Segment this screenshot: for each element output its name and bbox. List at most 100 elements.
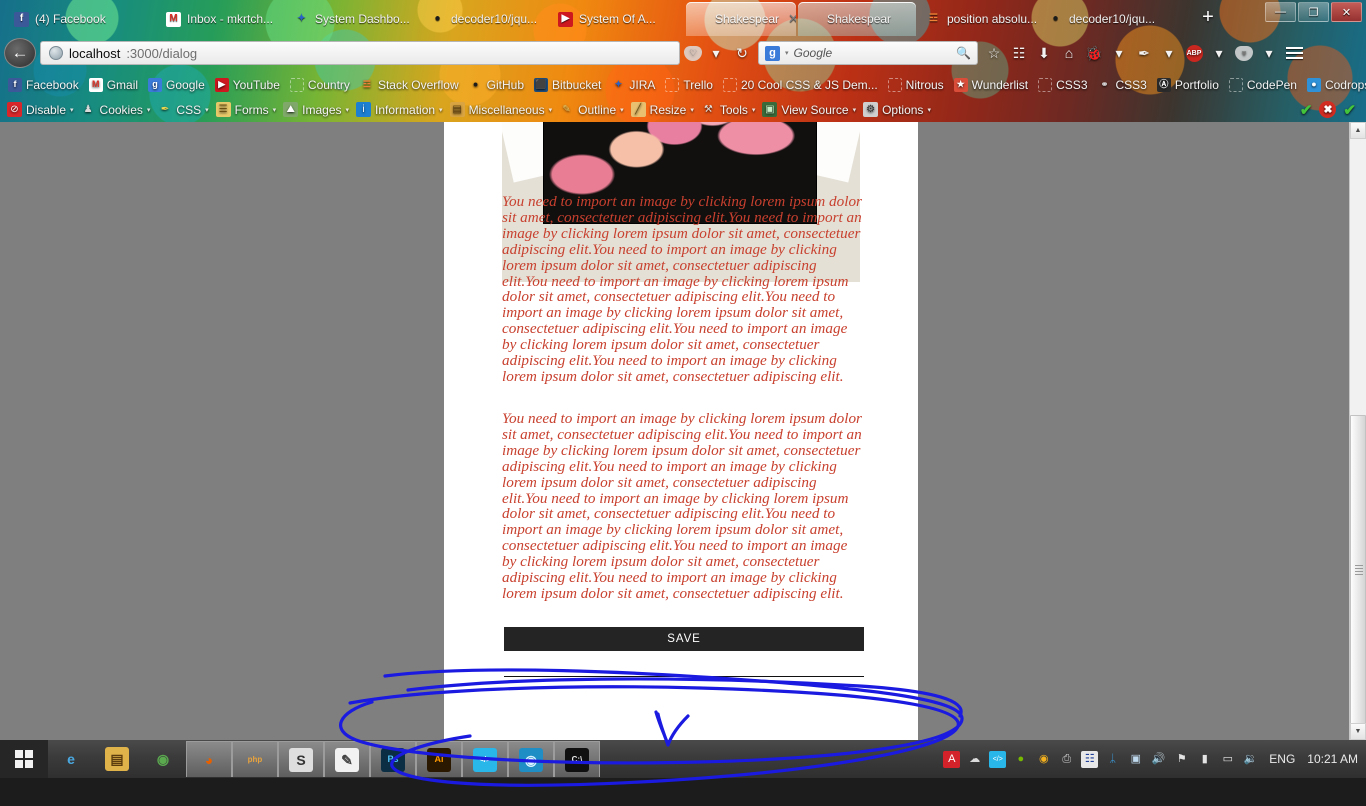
start-button[interactable] (0, 740, 48, 778)
keyboard-layout-flag-icon[interactable]: ☷ (1081, 750, 1099, 768)
tab-7[interactable]: ☲ position absolu... (918, 2, 1038, 36)
devtool-options[interactable]: ⚙ Options ▾ (860, 101, 934, 118)
search-icon[interactable]: 🔍 (956, 46, 971, 60)
save-button[interactable]: SAVE (504, 627, 864, 651)
firebug-icon[interactable]: 🐞 (1082, 41, 1106, 65)
bookmark-youtube[interactable]: ▶ YouTube (211, 77, 284, 93)
taskbar-command-prompt-button[interactable]: C:\ (554, 741, 600, 777)
reload-icon[interactable]: ↻ (730, 41, 754, 65)
validation-pass-icon[interactable]: ✔ (1300, 101, 1313, 119)
tab-5[interactable]: Shakespear ✕ (686, 2, 796, 36)
devtool-miscellaneous[interactable]: ▤ Miscellaneous ▾ (447, 101, 556, 118)
search-input[interactable]: Google (794, 46, 833, 60)
google-search-engine-icon[interactable]: g (765, 45, 780, 61)
bookmark-google[interactable]: g Google (144, 77, 209, 93)
tab-8[interactable]: ● decoder10/jqu... (1040, 2, 1180, 36)
action-center-flag-icon[interactable]: ⚑ (1173, 751, 1190, 768)
devtool-dropdown-icon[interactable]: ▾ (620, 106, 624, 114)
bookmark-trello[interactable]: Trello (661, 77, 717, 93)
pocket-save-dropdown-icon[interactable]: ▾ (1257, 41, 1281, 65)
onedrive-cloud-icon[interactable]: ☁ (966, 751, 983, 768)
devtool-cookies[interactable]: ♟ Cookies ▾ (78, 101, 154, 118)
taskbar-code-editor-button[interactable]: </> (462, 741, 508, 777)
devtool-resize[interactable]: ╱ Resize ▾ (628, 101, 697, 118)
minimize-button[interactable]: — (1265, 2, 1296, 22)
taskbar-illustrator-button[interactable]: Ai (416, 741, 462, 777)
colorzilla-icon[interactable]: ✒ (1132, 41, 1156, 65)
devtool-dropdown-icon[interactable]: ▾ (690, 106, 694, 114)
adobe-creative-cloud-icon[interactable]: A (943, 750, 961, 768)
adblock-plus-icon[interactable]: ABP (1185, 44, 1203, 62)
nvidia-icon[interactable]: ● (1012, 751, 1029, 768)
printer-icon[interactable]: ⎙ (1058, 751, 1075, 768)
url-bar[interactable]: localhost:3000/dialog (40, 41, 680, 65)
validation-pass-2-icon[interactable]: ✔ (1343, 101, 1356, 119)
tab-close-icon[interactable]: ✕ (788, 11, 796, 27)
volume-icon[interactable]: 🔊 (1150, 751, 1167, 768)
tab-2[interactable]: ✦ System Dashbo... (286, 2, 420, 36)
taskbar-internet-explorer-button[interactable]: e (48, 740, 94, 778)
bookmark-country[interactable]: Country (286, 77, 354, 93)
bookmark-css3[interactable]: CSS3 (1034, 77, 1091, 93)
devtool-outline[interactable]: ✎ Outline ▾ (556, 101, 627, 118)
new-tab-button[interactable]: + (1196, 6, 1220, 30)
search-bar[interactable]: g ▾ Google 🔍 (758, 41, 978, 65)
scroll-down-button[interactable]: ▼ (1350, 723, 1366, 740)
devtool-forms[interactable]: ☰ Forms ▾ (213, 101, 280, 118)
chrome-tray-icon[interactable]: ◉ (1035, 751, 1052, 768)
devtool-dropdown-icon[interactable]: ▾ (147, 106, 151, 114)
display-settings-icon[interactable]: ▣ (1127, 751, 1144, 768)
back-button[interactable]: ← (4, 38, 36, 68)
devtool-view-source[interactable]: ▣ View Source ▾ (759, 101, 859, 118)
devtool-dropdown-icon[interactable]: ▾ (853, 106, 857, 114)
colorzilla-dropdown-icon[interactable]: ▾ (1157, 41, 1181, 65)
devtool-css[interactable]: ✒ CSS ▾ (154, 101, 211, 118)
devtool-information[interactable]: i Information ▾ (353, 101, 446, 118)
vertical-scrollbar[interactable]: ▲ ▼ (1349, 122, 1366, 740)
battery-icon[interactable]: ▭ (1219, 751, 1236, 768)
tab-4[interactable]: ▶ System Of A... (550, 2, 684, 36)
bookmark-star-icon[interactable]: ☆ (982, 41, 1006, 65)
scroll-up-button[interactable]: ▲ (1350, 122, 1366, 139)
pocket-dropdown-icon[interactable]: ▾ (704, 41, 728, 65)
search-engine-dropdown-icon[interactable]: ▾ (785, 49, 789, 57)
tab-1[interactable]: M Inbox - mkrtch... (158, 2, 284, 36)
clock[interactable]: 10:21 AM (1305, 752, 1358, 766)
taskbar-photoshop-button[interactable]: Ps (370, 741, 416, 777)
close-window-button[interactable]: ✕ (1331, 2, 1362, 22)
tab-0[interactable]: f (4) Facebook (6, 2, 156, 36)
bookmark-jira[interactable]: ✦ JIRA (607, 77, 659, 93)
restore-button[interactable]: ❐ (1298, 2, 1329, 22)
devtool-dropdown-icon[interactable]: ▾ (346, 106, 350, 114)
bookmark-css3[interactable]: ⚭ CSS3 (1094, 77, 1151, 93)
bookmark-facebook[interactable]: f Facebook (4, 77, 83, 93)
taskbar-file-explorer-button[interactable]: ▤ (94, 740, 140, 778)
downloads-icon[interactable]: ⬇ (1032, 41, 1056, 65)
taskbar-chrome-button[interactable]: ◉ (140, 740, 186, 778)
bookmark-wunderlist[interactable]: ★ Wunderlist (950, 77, 1032, 93)
taskbar-dev-tool-button[interactable]: ◉ (508, 741, 554, 777)
devtool-dropdown-icon[interactable]: ▾ (752, 106, 756, 114)
code-tray-icon[interactable]: </> (989, 750, 1007, 768)
reading-list-icon[interactable]: ☷ (1007, 41, 1031, 65)
taskbar-firefox-button[interactable]: ◕ (186, 741, 232, 777)
network-icon[interactable]: ▮ (1196, 751, 1213, 768)
taskbar-sublime-text-button[interactable]: S (278, 741, 324, 777)
bookmark-stack-overflow[interactable]: ☲ Stack Overflow (356, 77, 463, 93)
devtool-tools[interactable]: ⚒ Tools ▾ (698, 101, 759, 118)
bookmark-gmail[interactable]: M Gmail (85, 77, 142, 93)
firebug-dropdown-icon[interactable]: ▾ (1107, 41, 1131, 65)
devtool-disable[interactable]: ⊘ Disable ▾ (4, 101, 77, 118)
devtool-dropdown-icon[interactable]: ▾ (70, 106, 74, 114)
menu-hamburger-icon[interactable] (1282, 41, 1306, 65)
tab-3[interactable]: ● decoder10/jqu... (422, 2, 548, 36)
devtool-dropdown-icon[interactable]: ▾ (273, 106, 277, 114)
bookmark-codepen[interactable]: CodePen (1225, 77, 1301, 93)
devtool-dropdown-icon[interactable]: ▾ (205, 106, 209, 114)
bookmark-bitbucket[interactable]: ⬛ Bitbucket (530, 77, 605, 93)
adblock-dropdown-icon[interactable]: ▾ (1207, 41, 1231, 65)
pocket-icon[interactable]: ♡ (684, 45, 702, 61)
bookmark-nitrous[interactable]: Nitrous (884, 77, 948, 93)
bookmark-codrops[interactable]: ● Codrops (1303, 77, 1366, 93)
bookmark-20-cool-css-js-dem[interactable]: 20 Cool CSS & JS Dem... (719, 77, 882, 93)
